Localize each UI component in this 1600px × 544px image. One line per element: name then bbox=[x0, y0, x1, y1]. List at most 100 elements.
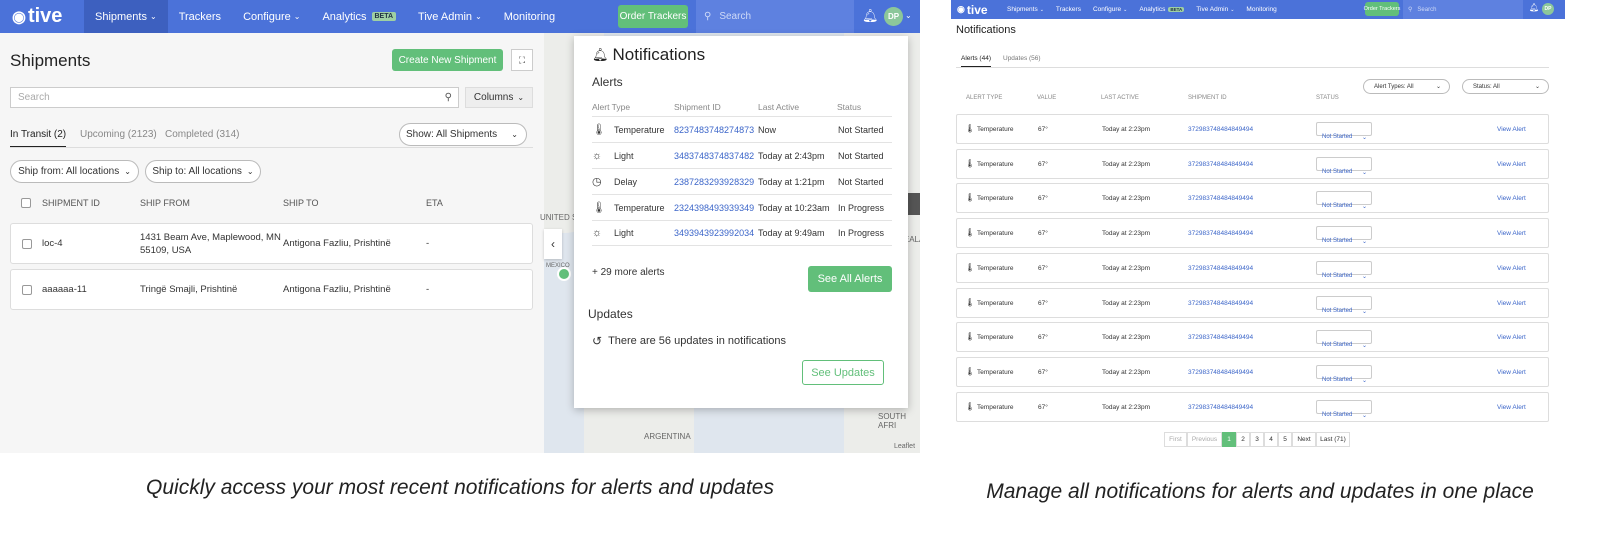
caption-left: Quickly access your most recent notifica… bbox=[146, 476, 774, 499]
table-row[interactable]: 🌡︎ Temperature 67° Today at 2:23pm 372983748… bbox=[956, 218, 1549, 249]
view-alert-link[interactable]: View Alert bbox=[1497, 369, 1526, 376]
alert-row[interactable]: ☼ Light 3493943923992034 Today at 9:49am… bbox=[592, 220, 892, 246]
order-trackers-button[interactable]: Order Trackers bbox=[618, 5, 688, 28]
status-dropdown[interactable]: Not Started ⌄ bbox=[1316, 260, 1372, 280]
expand-icon[interactable]: ⛶ bbox=[511, 49, 533, 71]
shipments-screenshot: ◉ tive Shipments ⌄ Trackers Configure ⌄ Ana… bbox=[0, 0, 920, 453]
tive-logo[interactable]: ◉ tive bbox=[951, 3, 1001, 17]
show-filter[interactable]: Show: All Shipments ⌄ bbox=[399, 123, 527, 146]
tive-logo[interactable]: ◉ tive bbox=[0, 5, 84, 28]
chevron-down-icon[interactable]: ⌄ bbox=[905, 11, 912, 20]
tab-updates[interactable]: Updates (56) bbox=[1003, 55, 1041, 62]
nav-analytics[interactable]: Analytics BETA bbox=[1133, 0, 1190, 19]
page-3[interactable]: 3 bbox=[1250, 432, 1264, 447]
bell-icon[interactable]: 🔔︎ bbox=[1529, 3, 1539, 12]
status-dropdown[interactable]: Not Started ⌄ bbox=[1316, 122, 1372, 141]
ship-from-filter[interactable]: Ship from: All locations ⌄ bbox=[10, 160, 139, 183]
table-row[interactable]: 🌡︎ Temperature 67° Today at 2:23pm 372983748… bbox=[956, 252, 1549, 283]
nav-analytics[interactable]: Analytics BETA bbox=[311, 0, 407, 33]
alert-row[interactable]: 🌡︎ Temperature 2324398493939349 Today at… bbox=[592, 194, 892, 220]
thermometer-icon: 🌡︎ bbox=[965, 193, 976, 203]
view-alert-link[interactable]: View Alert bbox=[1497, 230, 1526, 237]
chevron-down-icon: ⌄ bbox=[1361, 308, 1367, 315]
collapse-panel-button[interactable]: ‹ bbox=[544, 229, 562, 259]
nav-tive-admin[interactable]: Tive Admin ⌄ bbox=[407, 0, 493, 33]
notifications-page-screenshot: ◉ tive Shipments ⌄ Trackers Configure ⌄ Ana… bbox=[951, 0, 1565, 453]
page-title: Notifications bbox=[956, 24, 1016, 36]
chevron-down-icon: ⌄ bbox=[475, 12, 482, 21]
see-all-alerts-button[interactable]: See All Alerts bbox=[808, 266, 892, 292]
alert-row[interactable]: ☼ Light 3483748374837482 Today at 2:43pm… bbox=[592, 142, 892, 168]
create-shipment-button[interactable]: Create New Shipment bbox=[392, 49, 503, 71]
nav-tive-admin[interactable]: Tive Admin ⌄ bbox=[1190, 0, 1240, 19]
status-dropdown[interactable]: Not Started ⌄ bbox=[1316, 330, 1372, 349]
bell-icon[interactable]: 🔔︎ bbox=[862, 8, 879, 24]
columns-button[interactable]: Columns ⌄ bbox=[465, 87, 533, 108]
page-last[interactable]: Last (71) bbox=[1316, 432, 1350, 447]
nav-shipments[interactable]: Shipments ⌄ bbox=[84, 0, 168, 33]
chevron-down-icon: ⌄ bbox=[1230, 6, 1235, 13]
view-alert-link[interactable]: View Alert bbox=[1497, 404, 1526, 411]
alert-row[interactable]: 🌡︎ Temperature 8237483748274873 Now Not … bbox=[592, 116, 892, 142]
status-dropdown[interactable]: Not Started ⌄ bbox=[1316, 226, 1372, 245]
status-dropdown[interactable]: Not Started ⌄ bbox=[1316, 364, 1372, 384]
tab-upcoming[interactable]: Upcoming (2123) bbox=[80, 129, 157, 140]
row-checkbox[interactable] bbox=[22, 285, 32, 295]
page-first[interactable]: First bbox=[1164, 432, 1187, 447]
nav-trackers[interactable]: Trackers bbox=[168, 0, 232, 33]
table-row[interactable]: 🌡︎ Temperature 67° Today at 2:23pm 372983748… bbox=[956, 183, 1549, 214]
view-alert-link[interactable]: View Alert bbox=[1497, 300, 1526, 307]
see-updates-button[interactable]: See Updates bbox=[802, 360, 884, 385]
view-alert-link[interactable]: View Alert bbox=[1497, 195, 1526, 202]
nav-monitoring[interactable]: Monitoring bbox=[493, 0, 566, 33]
alert-row[interactable]: ◷ Delay 2387283293928329 Today at 1:21pm… bbox=[592, 168, 892, 194]
table-row[interactable]: 🌡︎ Temperature 67° Today at 2:23pm 372983748… bbox=[956, 356, 1549, 387]
page-2[interactable]: 2 bbox=[1236, 432, 1250, 447]
nav-search[interactable]: ⚲ Search bbox=[1403, 0, 1523, 19]
thermometer-icon: 🌡︎ bbox=[965, 332, 976, 342]
status-dropdown[interactable]: Not Started ⌄ bbox=[1316, 191, 1372, 210]
history-icon: ↺ bbox=[592, 334, 603, 348]
nav-monitoring[interactable]: Monitoring bbox=[1240, 0, 1282, 19]
status-dropdown[interactable]: Not Started ⌄ bbox=[1316, 295, 1372, 315]
select-all-checkbox[interactable] bbox=[21, 198, 31, 208]
table-row[interactable]: 🌡︎ Temperature 67° Today at 2:23pm 372983748… bbox=[956, 391, 1549, 422]
nav-trackers[interactable]: Trackers bbox=[1050, 0, 1087, 19]
tab-in-transit[interactable]: In Transit (2) bbox=[10, 129, 67, 148]
table-row[interactable]: loc-4 1431 Beam Ave, Maplewood, MN 55109… bbox=[10, 223, 533, 264]
nav-configure[interactable]: Configure ⌄ bbox=[232, 0, 311, 33]
chevron-down-icon: ⌄ bbox=[1361, 204, 1367, 211]
chevron-down-icon: ⌄ bbox=[1361, 169, 1367, 176]
shipment-search-input[interactable]: Search ⚲ bbox=[10, 87, 459, 108]
page-next[interactable]: Next bbox=[1292, 432, 1316, 447]
view-alert-link[interactable]: View Alert bbox=[1497, 161, 1526, 168]
page-5[interactable]: 5 bbox=[1278, 432, 1292, 447]
avatar[interactable]: DP bbox=[1542, 3, 1554, 15]
table-row[interactable]: 🌡︎ Temperature 67° Today at 2:23pm 372983748… bbox=[956, 322, 1549, 353]
map-location-marker[interactable] bbox=[557, 267, 571, 281]
tab-completed[interactable]: Completed (314) bbox=[165, 129, 239, 140]
page-4[interactable]: 4 bbox=[1264, 432, 1278, 447]
thermometer-icon: 🌡︎ bbox=[965, 262, 976, 272]
page-1[interactable]: 1 bbox=[1222, 432, 1236, 447]
view-alert-link[interactable]: View Alert bbox=[1497, 126, 1526, 133]
table-row[interactable]: aaaaaa-11 Tringë Smajli, Prishtinë Antig… bbox=[10, 269, 533, 310]
view-alert-link[interactable]: View Alert bbox=[1497, 334, 1526, 341]
nav-shipments[interactable]: Shipments ⌄ bbox=[1001, 0, 1050, 19]
view-alert-link[interactable]: View Alert bbox=[1497, 265, 1526, 272]
alert-types-filter[interactable]: Alert Types: All ⌄ bbox=[1363, 79, 1450, 94]
row-checkbox[interactable] bbox=[22, 239, 32, 249]
avatar[interactable]: DP bbox=[884, 7, 903, 26]
table-row[interactable]: 🌡︎ Temperature 67° Today at 2:23pm 372983748… bbox=[956, 148, 1549, 179]
beta-badge: BETA bbox=[1168, 7, 1185, 12]
nav-configure[interactable]: Configure ⌄ bbox=[1087, 0, 1133, 19]
nav-search[interactable]: ⚲ Search bbox=[696, 0, 854, 33]
status-filter[interactable]: Status: All ⌄ bbox=[1462, 79, 1549, 94]
status-dropdown[interactable]: Not Started ⌄ bbox=[1316, 156, 1372, 176]
table-row[interactable]: 🌡︎ Temperature 67° Today at 2:23pm 372983748… bbox=[956, 114, 1549, 144]
status-dropdown[interactable]: Not Started ⌄ bbox=[1316, 399, 1372, 419]
order-trackers-button[interactable]: Order Trackers bbox=[1364, 2, 1400, 16]
page-previous[interactable]: Previous bbox=[1187, 432, 1222, 447]
table-row[interactable]: 🌡︎ Temperature 67° Today at 2:23pm 372983748… bbox=[956, 287, 1549, 318]
ship-to-filter[interactable]: Ship to: All locations ⌄ bbox=[145, 160, 261, 183]
